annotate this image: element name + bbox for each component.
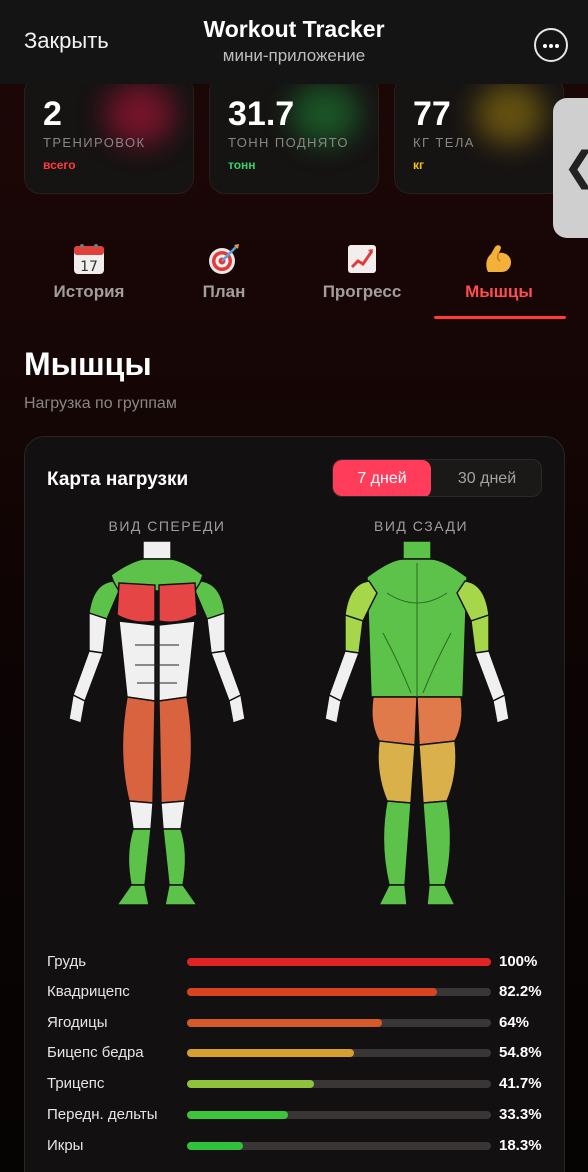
muscle-bar-row: Передн. дельты 33.3% (47, 1104, 547, 1126)
stat-glow (475, 84, 545, 145)
tab-history[interactable]: 17 История (24, 242, 154, 302)
ellipsis-icon (543, 44, 547, 48)
front-view-label: ВИД СПЕРЕДИ (108, 518, 226, 534)
target-icon (209, 244, 239, 274)
biceps-icon (486, 245, 512, 272)
stat-card-tonnage: 31.7 ТОНН ПОДНЯТО тонн (209, 84, 379, 194)
app-title: Workout Tracker (203, 16, 385, 42)
bar-track (187, 1142, 491, 1150)
more-button[interactable] (534, 28, 568, 62)
stat-label: ТРЕНИРОВОК (43, 135, 146, 150)
tab-label: Мышцы (465, 282, 533, 301)
muscle-name: Бицепс бедра (47, 1044, 144, 1061)
stat-value: 31.7 (228, 95, 295, 133)
period-30-days-button[interactable]: 30 дней (431, 460, 541, 496)
muscle-bar-row: Икры 18.3% (47, 1135, 547, 1157)
bar-track (187, 958, 491, 966)
stat-label: ТОНН ПОДНЯТО (228, 135, 349, 150)
front-body-figure (68, 540, 246, 906)
muscle-bar-row: Ягодицы 64% (47, 1012, 547, 1034)
main-content: 2 ТРЕНИРОВОК всего 31.7 ТОНН ПОДНЯТО тон… (0, 84, 588, 1172)
muscle-bar-row: Бицепс бедра 54.8% (47, 1042, 547, 1064)
muscle-bar-row: Квадрицепс 82.2% (47, 981, 547, 1003)
stat-unit: всего (43, 158, 76, 172)
stat-card-workouts: 2 ТРЕНИРОВОК всего (24, 84, 194, 194)
page-subtitle: Нагрузка по группам (24, 395, 177, 412)
bar-fill (187, 1019, 382, 1027)
bar-percent: 54.8% (499, 1044, 542, 1061)
stat-unit: кг (413, 158, 425, 172)
muscle-name: Икры (47, 1137, 84, 1154)
tab-label: Прогресс (322, 282, 402, 301)
top-bar: Закрыть Workout Tracker мини-приложение (0, 0, 588, 84)
svg-text:17: 17 (80, 259, 98, 275)
tab-muscles[interactable]: Мышцы (434, 242, 564, 302)
bar-percent: 100% (499, 953, 538, 970)
side-panel-handle[interactable]: ❮ (553, 98, 588, 238)
muscle-name: Трицепс (47, 1075, 105, 1092)
bar-percent: 41.7% (499, 1075, 542, 1092)
bar-fill (187, 1142, 243, 1150)
bar-track (187, 1080, 491, 1088)
muscle-name: Квадрицепс (47, 983, 130, 1000)
period-7-days-button[interactable]: 7 дней (333, 460, 431, 496)
tab-label: План (202, 282, 246, 301)
bar-track (187, 1019, 491, 1027)
bar-fill (187, 1111, 289, 1119)
bar-percent: 82.2% (499, 983, 542, 1000)
stat-value: 2 (43, 95, 62, 133)
bar-fill (187, 1049, 354, 1057)
muscle-bar-row: Трицепс 41.7% (47, 1073, 547, 1095)
bar-percent: 18.3% (499, 1137, 542, 1154)
muscle-name: Грудь (47, 953, 87, 970)
tab-label: История (53, 282, 125, 301)
tab-plan[interactable]: План (159, 242, 289, 302)
card-title: Карта нагрузки (47, 469, 189, 490)
chevron-left-icon: ❮ (563, 144, 588, 190)
bar-track (187, 1111, 491, 1119)
load-map-card: Карта нагрузки 7 дней 30 дней ВИД СПЕРЕД… (24, 436, 565, 1172)
muscle-name: Ягодицы (47, 1014, 108, 1031)
stat-card-weight: 77 КГ ТЕЛА кг (394, 84, 564, 194)
back-view-label: ВИД СЗАДИ (373, 518, 469, 534)
active-tab-indicator (434, 316, 566, 319)
bar-fill (187, 958, 491, 966)
muscle-name: Передн. дельты (47, 1106, 158, 1123)
app-subtitle: мини-приложение (222, 46, 366, 65)
stat-unit: тонн (228, 158, 256, 172)
tab-progress[interactable]: Прогресс (297, 242, 427, 302)
back-body-figure (324, 540, 510, 906)
stat-value: 77 (413, 95, 451, 133)
bar-percent: 33.3% (499, 1106, 542, 1123)
page-title: Мышцы (24, 346, 152, 382)
bar-fill (187, 988, 437, 996)
title-block: Workout Tracker мини-приложение (0, 16, 588, 66)
bar-fill (187, 1080, 314, 1088)
chart-icon (348, 245, 376, 273)
period-selector: 7 дней 30 дней (332, 459, 542, 497)
calendar-icon: 17 (74, 244, 104, 275)
bar-track (187, 1049, 491, 1057)
muscle-bar-row: Грудь 100% (47, 951, 547, 973)
bar-percent: 64% (499, 1014, 530, 1031)
stat-label: КГ ТЕЛА (413, 135, 475, 150)
bar-track (187, 988, 491, 996)
